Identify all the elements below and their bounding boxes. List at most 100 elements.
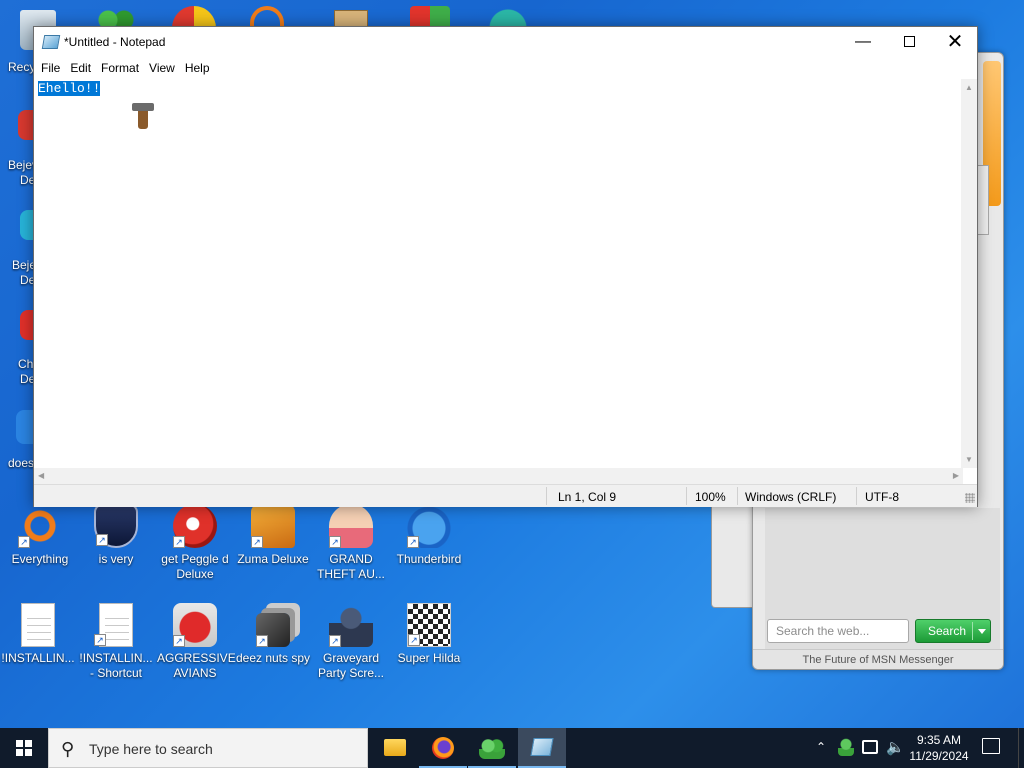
messenger-tray-icon[interactable] xyxy=(838,738,854,756)
shortcut-arrow-icon: ↗ xyxy=(18,536,30,548)
menu-format[interactable]: Format xyxy=(96,57,144,79)
zuma-icon: ↗ xyxy=(251,504,295,548)
msn-side-panel xyxy=(711,500,753,608)
file-explorer-icon xyxy=(384,739,406,756)
does-icon[interactable] xyxy=(16,410,34,444)
status-bar: Ln 1, Col 9 100% Windows (CRLF) UTF-8 xyxy=(34,484,977,507)
msn-footer: The Future of MSN Messenger xyxy=(753,649,1003,669)
windows-logo-icon xyxy=(16,740,32,756)
show-hidden-icons-chevron-icon[interactable]: ⌃ xyxy=(816,740,826,768)
document-icon xyxy=(21,603,55,647)
shortcut-arrow-icon: ↗ xyxy=(329,536,341,548)
taskbar-clock[interactable]: 9:35 AM 11/29/2024 xyxy=(906,732,972,764)
clock-date: 11/29/2024 xyxy=(909,749,969,763)
menu-view[interactable]: View xyxy=(144,57,180,79)
stacked-windows-icon: ↗ xyxy=(256,613,290,647)
desktop-icon-label: !INSTALLIN... - Shortcut xyxy=(79,651,153,680)
msn-search-button[interactable]: Search xyxy=(915,619,991,643)
menu-edit[interactable]: Edit xyxy=(65,57,96,79)
start-button[interactable] xyxy=(0,728,48,768)
close-icon: ✕ xyxy=(946,31,964,53)
desktop-icon-thunderbird[interactable]: ↗ Thunderbird xyxy=(391,504,467,567)
character-desktop-icon[interactable] xyxy=(486,6,530,28)
shield-desktop-icon[interactable] xyxy=(410,6,450,28)
status-divider xyxy=(546,487,547,505)
msn-search-input[interactable]: Search the web... xyxy=(767,619,909,643)
taskbar-messenger[interactable] xyxy=(468,728,516,768)
desktop-icon-peggle[interactable]: ↗ get Peggle d Deluxe xyxy=(157,504,233,582)
notepad-titlebar[interactable]: *Untitled - Notepad — ✕ xyxy=(34,27,977,57)
notification-center-icon[interactable] xyxy=(982,738,1000,754)
desktop-icon-is-very[interactable]: ↗ is very xyxy=(78,504,154,567)
desktop-icon-everything[interactable]: ↗ Everything xyxy=(2,504,78,567)
scroll-down-icon[interactable]: ▼ xyxy=(965,455,973,464)
messenger-desktop-icon[interactable] xyxy=(96,8,136,28)
maximize-icon xyxy=(903,36,915,48)
chuzzle-icon[interactable] xyxy=(20,310,34,340)
taskbar-notepad[interactable] xyxy=(518,728,566,768)
status-divider xyxy=(686,487,687,505)
resize-grip-icon[interactable] xyxy=(965,493,975,503)
scroll-up-icon[interactable]: ▲ xyxy=(965,83,973,92)
desktop-icon-installing-shortcut[interactable]: ↗ !INSTALLIN... - Shortcut xyxy=(78,603,154,681)
bejeweled-icon-2[interactable] xyxy=(20,210,34,240)
close-button[interactable]: ✕ xyxy=(932,27,978,57)
desktop-icon-zuma[interactable]: ↗ Zuma Deluxe xyxy=(235,504,311,567)
document-icon: ↗ xyxy=(94,603,133,647)
orange-spiral-desktop-icon[interactable] xyxy=(250,6,284,28)
desktop-label-does: does xyxy=(8,456,35,470)
bejeweled-icon-1[interactable] xyxy=(18,110,34,140)
text-editor[interactable]: Ehello!! xyxy=(34,79,963,468)
shortcut-arrow-icon: ↗ xyxy=(173,536,185,548)
desktop-icon-label: is very xyxy=(98,552,134,566)
notepad-window[interactable]: *Untitled - Notepad — ✕ File Edit Format… xyxy=(33,26,978,507)
status-line-endings: Windows (CRLF) xyxy=(745,490,837,504)
shortcut-arrow-icon: ↗ xyxy=(94,634,106,646)
taskbar-firefox[interactable] xyxy=(419,728,467,768)
chevron-down-icon[interactable] xyxy=(978,629,986,634)
show-desktop-button[interactable] xyxy=(1018,728,1024,768)
shortcut-arrow-icon: ↗ xyxy=(408,634,420,646)
shortcut-arrow-icon: ↗ xyxy=(256,635,268,647)
status-encoding: UTF-8 xyxy=(865,490,899,504)
desktop-icon-aggressive-avians[interactable]: ↗ AGGRESSIVE AVIANS xyxy=(157,603,236,681)
menu-bar: File Edit Format View Help xyxy=(34,57,977,79)
shortcut-arrow-icon: ↗ xyxy=(251,536,263,548)
network-icon[interactable] xyxy=(862,740,878,754)
desktop-icon-label: Everything xyxy=(11,552,69,566)
everything-icon: ↗ xyxy=(18,504,62,548)
window-title: *Untitled - Notepad xyxy=(64,35,166,49)
status-divider xyxy=(737,487,738,505)
vertical-scrollbar[interactable]: ▲ ▼ xyxy=(961,79,977,468)
status-divider xyxy=(856,487,857,505)
peggle-icon: ↗ xyxy=(173,504,217,548)
desktop-icon-super-hilda[interactable]: ↗ Super Hilda xyxy=(391,603,467,666)
desktop-icon-graveyard[interactable]: ↗ Graveyard Party Scre... xyxy=(313,603,389,681)
desktop-icon-deez-nuts-spy[interactable]: ↗ deez nuts spy xyxy=(235,603,311,666)
shield-logo-icon: ↗ xyxy=(94,504,138,548)
desktop-icon-label: Super Hilda xyxy=(397,651,461,665)
horizontal-scrollbar[interactable]: ◀ ▶ xyxy=(34,468,963,484)
volume-icon[interactable]: 🔈 xyxy=(886,738,905,768)
desktop-icon-installing[interactable]: !INSTALLIN... xyxy=(0,603,76,666)
desktop-icon-label: AGGRESSIVE AVIANS xyxy=(157,651,236,680)
selected-text[interactable]: Ehello!! xyxy=(38,81,101,96)
desktop-label-recycle: Recy xyxy=(8,60,36,74)
msn-search-button-label: Search xyxy=(928,624,967,638)
shortcut-arrow-icon: ↗ xyxy=(173,635,185,647)
taskbar-file-explorer[interactable] xyxy=(370,728,418,768)
desktop-icon-label: Thunderbird xyxy=(396,552,462,566)
status-cursor-position: Ln 1, Col 9 xyxy=(558,490,617,504)
status-zoom: 100% xyxy=(695,490,726,504)
taskbar-search-box[interactable]: ⚲ Type here to search xyxy=(48,728,368,768)
scroll-right-icon[interactable]: ▶ xyxy=(953,471,959,480)
menu-help[interactable]: Help xyxy=(180,57,215,79)
scroll-left-icon[interactable]: ◀ xyxy=(38,471,44,480)
menu-file[interactable]: File xyxy=(36,57,65,79)
desktop-icon-gta[interactable]: ↗ GRAND THEFT AU... xyxy=(313,504,389,582)
chrome-desktop-icon[interactable] xyxy=(172,6,216,28)
clock-time: 9:35 AM xyxy=(916,733,962,747)
minimize-button[interactable]: — xyxy=(840,27,886,57)
maximize-button[interactable] xyxy=(886,27,932,57)
notepad-icon xyxy=(41,35,61,49)
